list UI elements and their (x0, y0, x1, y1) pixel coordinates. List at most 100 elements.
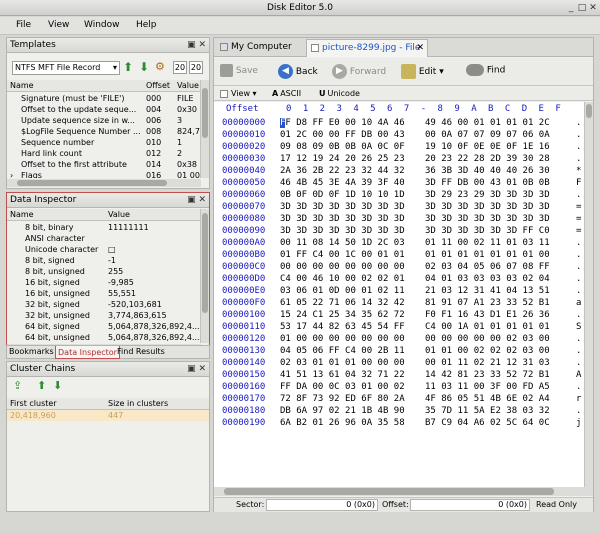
hex-row[interactable]: 00000050 46 4B 45 3E 4A 39 3F 40 3D FF DB … (214, 177, 584, 189)
templates-hscrollbar[interactable] (7, 179, 201, 187)
menu-view[interactable]: View (48, 20, 69, 30)
table-row[interactable]: Offset to the update seque... 004 0x30 (7, 104, 201, 115)
hex-row[interactable]: 000000C0 00 00 00 00 00 00 00 00 02 03 04 … (214, 261, 584, 273)
col-name[interactable]: Name (10, 81, 34, 90)
view-dropdown[interactable]: View ▾ (220, 87, 257, 101)
unicode-toggle[interactable]: U Unicode (319, 87, 360, 101)
menu-window[interactable]: Window (84, 20, 120, 30)
hex-view[interactable]: Offset 0 1 2 3 4 5 6 7 - 8 9 A B C D E F… (214, 102, 584, 487)
templates-scrollbar[interactable] (200, 80, 209, 178)
table-row[interactable]: Signature (must be 'FILE') 000 FILE (7, 93, 201, 104)
template-select[interactable]: NTFS MFT File Record ▾ (12, 61, 120, 75)
hex-row[interactable]: 00000000 FF D8 FF E0 00 10 4A 46 49 46 00 … (214, 117, 584, 129)
edit-button[interactable]: Edit ▾ (401, 64, 444, 79)
hex-row[interactable]: 00000030 17 12 19 24 20 26 25 23 20 23 22 … (214, 153, 584, 165)
hex-row[interactable]: 00000020 09 08 09 0B 0B 0A 0C 0F 19 10 0F … (214, 141, 584, 153)
table-row[interactable]: 64 bit, unsigned 5,064,878,326,892,4... (7, 332, 201, 343)
hex-row[interactable]: 00000130 04 05 06 FF C4 00 2B 11 01 01 00 … (214, 345, 584, 357)
close-icon[interactable]: ✕ (416, 40, 424, 57)
hex-row[interactable]: 00000170 72 8F 73 92 ED 6F 80 2A 4F 86 05 … (214, 393, 584, 405)
table-row[interactable]: 32 bit, unsigned 3,774,863,615 (7, 310, 201, 321)
hex-row[interactable]: 00000180 DB 6A 97 02 21 1B 4B 90 35 7D 11 … (214, 405, 584, 417)
export-icon[interactable]: ⇪ (13, 379, 22, 392)
table-row[interactable]: 16 bit, signed -9,985 (7, 277, 201, 288)
table-row[interactable]: 16 bit, unsigned 55,551 (7, 288, 201, 299)
hex-row[interactable]: 00000120 01 00 00 00 00 00 00 00 00 00 00 … (214, 333, 584, 345)
tab-picture-file[interactable]: picture-8299.jpg - File ✕ (306, 39, 428, 57)
col-value[interactable]: Value (177, 81, 199, 90)
hex-row[interactable]: 00000150 41 51 13 61 04 32 71 22 14 42 81 … (214, 369, 584, 381)
hex-row[interactable]: 00000140 02 03 01 01 01 00 00 00 00 01 11 … (214, 357, 584, 369)
row-value: 3,774,863,615 (108, 311, 167, 320)
tab-data-inspector[interactable]: Data Inspector (55, 346, 120, 359)
inspector-scrollbar[interactable] (200, 209, 209, 343)
ascii-column: . (576, 118, 582, 128)
menu-file[interactable]: File (16, 20, 31, 30)
table-row[interactable]: 20,418,960 447 (7, 410, 209, 421)
table-row[interactable]: Hard link count 012 2 (7, 148, 201, 159)
close-icon[interactable]: ✕ (588, 3, 598, 13)
table-row[interactable]: 8 bit, signed -1 (7, 255, 201, 266)
back-button[interactable]: ◀ Back (278, 64, 318, 79)
hex-row[interactable]: 00000080 3D 3D 3D 3D 3D 3D 3D 3D 3D 3D 3D … (214, 213, 584, 225)
arrow-up-icon[interactable]: ⬆ (123, 60, 133, 74)
table-row[interactable]: Update sequence size in w... 006 3 (7, 115, 201, 126)
hex-row[interactable]: 00000060 0B 0F 0D 0F 1D 10 10 1D 3D 29 23 … (214, 189, 584, 201)
page-number-field[interactable]: 20 (173, 61, 187, 74)
save-button[interactable]: Save (220, 64, 258, 77)
hex-row[interactable]: 00000090 3D 3D 3D 3D 3D 3D 3D 3D 3D 3D 3D … (214, 225, 584, 237)
col-offset[interactable]: Offset (146, 81, 170, 90)
table-row[interactable]: 32 bit, signed -520,103,681 (7, 299, 201, 310)
hex-row[interactable]: 00000110 53 17 44 82 63 45 54 FF C4 00 1A … (214, 321, 584, 333)
table-row[interactable]: $LogFile Sequence Number ... 008 824,7 (7, 126, 201, 137)
tab-my-computer[interactable]: My Computer (216, 39, 304, 57)
table-row[interactable]: Unicode character □ (7, 244, 201, 255)
col-first-cluster[interactable]: First cluster (10, 399, 57, 408)
page-number-field-2[interactable]: 20 (189, 61, 203, 74)
hex-row[interactable]: 00000160 FF DA 00 0C 03 01 00 02 11 03 11 … (214, 381, 584, 393)
row-offset: 008 (146, 127, 162, 136)
arrow-down-icon[interactable]: ⬇ (53, 379, 62, 392)
table-row[interactable]: 64 bit, signed 5,064,878,326,892,4... (7, 321, 201, 332)
col-name[interactable]: Name (10, 210, 34, 219)
selected-byte[interactable]: F (280, 118, 286, 128)
hex-row[interactable]: 00000070 3D 3D 3D 3D 3D 3D 3D 3D 3D 3D 3D … (214, 201, 584, 213)
arrow-up-icon[interactable]: ⬆ (37, 379, 46, 392)
forward-button[interactable]: ▶ Forward (332, 64, 386, 79)
hex-bytes-1: 09 08 09 0B 0B 0A 0C 0F (280, 142, 405, 152)
table-row[interactable]: 8 bit, unsigned 255 (7, 266, 201, 277)
hex-rows: 00000000 FF D8 FF E0 00 10 4A 46 49 46 00 … (214, 117, 584, 487)
hex-vscrollbar[interactable] (584, 102, 593, 487)
hex-row[interactable]: 00000010 01 2C 00 00 FF DB 00 43 00 0A 07 … (214, 129, 584, 141)
hex-row[interactable]: 000000F0 61 05 22 71 06 14 32 42 81 91 07 … (214, 297, 584, 309)
tab-find-results[interactable]: Find Results (117, 347, 165, 356)
table-row[interactable]: ANSI character (7, 233, 201, 244)
find-button[interactable]: Find (466, 64, 505, 77)
maximize-icon[interactable]: □ (577, 3, 587, 13)
hex-row[interactable]: 000000D0 C4 00 46 10 00 02 02 01 04 01 03 … (214, 273, 584, 285)
table-row[interactable]: › Flags 016 01 00 (7, 170, 201, 178)
hex-bytes-1: 01 00 00 00 00 00 00 00 (280, 334, 405, 344)
hex-bytes-1: 01 2C 00 00 FF DB 00 43 (280, 130, 405, 140)
hex-row[interactable]: 000000E0 03 06 01 0D 00 01 02 11 21 03 12 … (214, 285, 584, 297)
table-row[interactable]: Offset to the first attribute 014 0x38 (7, 159, 201, 170)
panel-float-close-icon[interactable]: ▣ ✕ (187, 193, 206, 208)
menu-help[interactable]: Help (136, 20, 157, 30)
ascii-toggle[interactable]: A ASCII (272, 87, 301, 101)
template-icon[interactable]: ⚙ (155, 60, 165, 73)
hex-row[interactable]: 00000100 15 24 C1 25 34 35 62 72 F0 F1 16 … (214, 309, 584, 321)
panel-float-close-icon[interactable]: ▣ ✕ (187, 38, 206, 53)
minimize-icon[interactable]: _ (566, 3, 576, 13)
table-row[interactable]: 8 bit, binary 11111111 (7, 222, 201, 233)
panel-float-close-icon[interactable]: ▣ ✕ (187, 362, 206, 377)
col-size-clusters[interactable]: Size in clusters (108, 399, 168, 408)
hex-row[interactable]: 000000A0 00 11 08 14 50 1D 2C 03 01 11 00 … (214, 237, 584, 249)
hex-hscrollbar[interactable] (214, 487, 593, 496)
hex-row[interactable]: 000000B0 01 FF C4 00 1C 00 01 01 01 01 01 … (214, 249, 584, 261)
tab-bookmarks[interactable]: Bookmarks (9, 347, 54, 356)
hex-row[interactable]: 00000040 2A 36 2B 22 23 32 44 32 36 3B 3D … (214, 165, 584, 177)
table-row[interactable]: Sequence number 010 1 (7, 137, 201, 148)
col-value[interactable]: Value (108, 210, 130, 219)
hex-row[interactable]: 00000190 6A B2 01 26 96 0A 35 58 B7 C9 04 … (214, 417, 584, 429)
arrow-down-icon[interactable]: ⬇ (139, 60, 149, 74)
